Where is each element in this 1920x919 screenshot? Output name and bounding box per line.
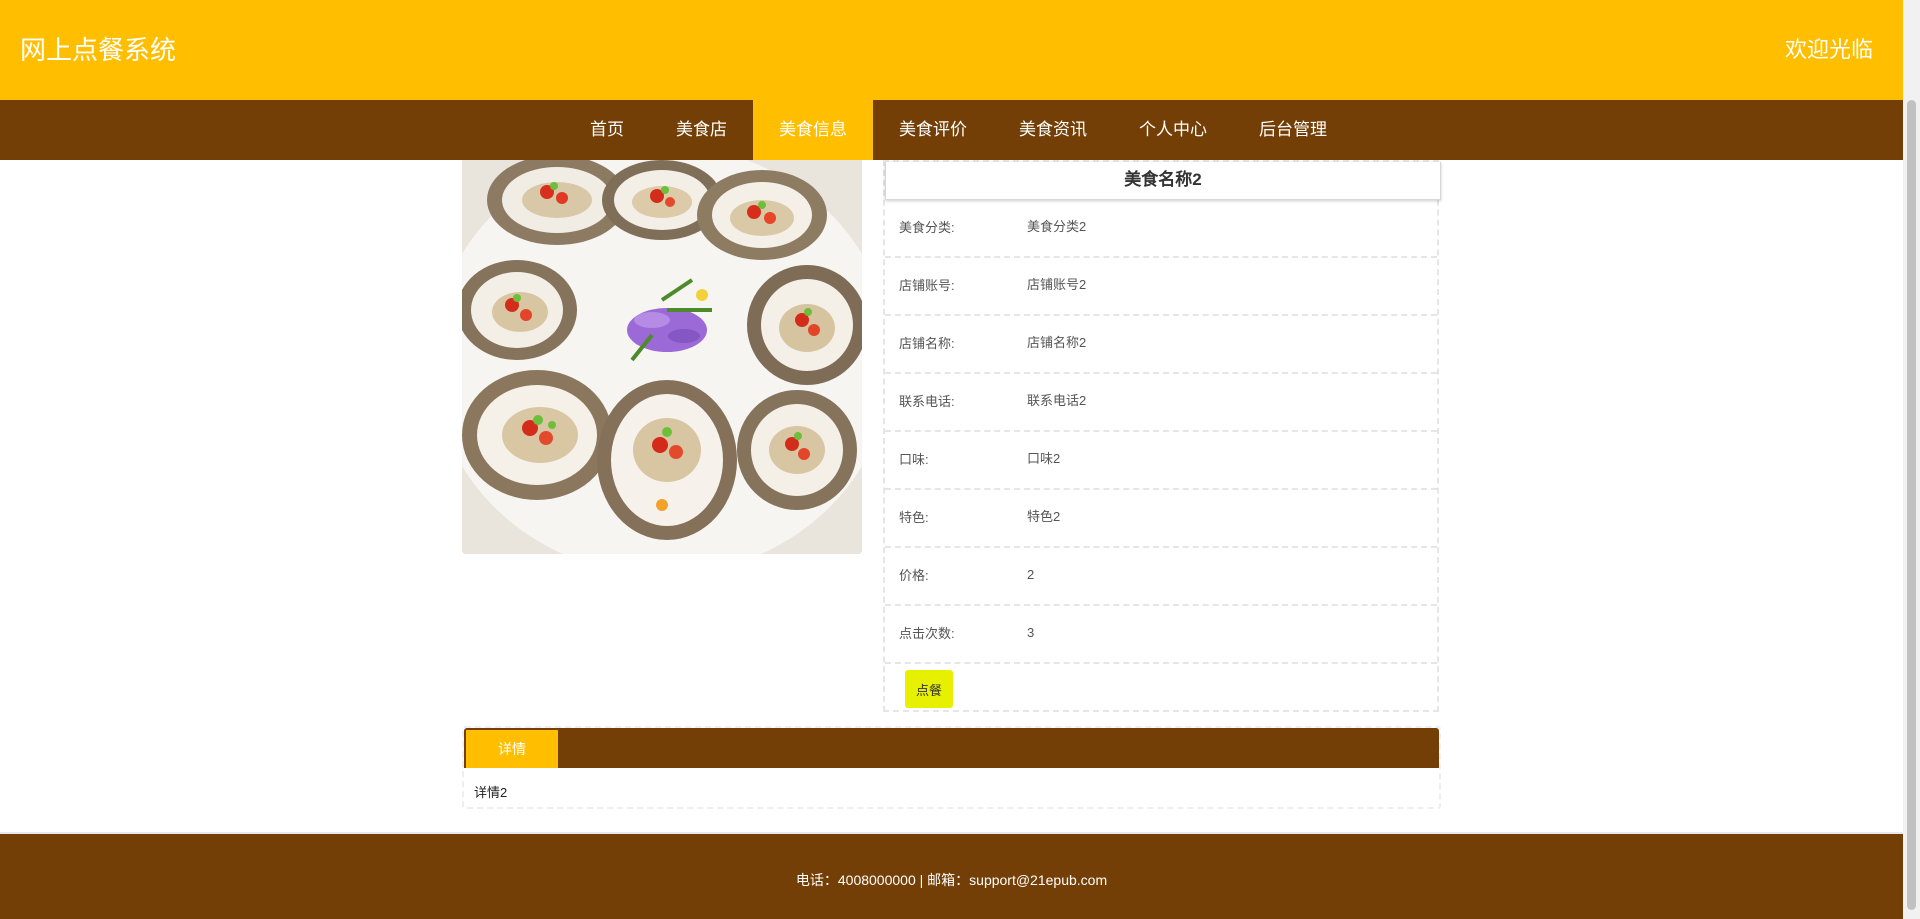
info-label: 特色: <box>899 510 929 525</box>
tab-bar: 详情 <box>464 728 1439 768</box>
footer-contact: 电话：4008000000 | 邮箱：support@21epub.com <box>795 872 1108 888</box>
food-info-panel: 美食名称2 美食分类: 美食分类2 店铺账号: 店铺账号2 店铺名称: 店铺名称… <box>883 160 1441 712</box>
info-value: 3 <box>1027 625 1035 640</box>
info-row-shop-account: 店铺账号: 店铺账号2 <box>885 258 1437 316</box>
food-name-title: 美食名称2 <box>885 162 1441 200</box>
details-content: 详情2 <box>474 785 508 800</box>
info-label: 店铺账号: <box>899 278 955 293</box>
info-label: 口味: <box>899 452 929 467</box>
info-row-click-count: 点击次数: 3 <box>885 606 1437 664</box>
order-button[interactable]: 点餐 <box>905 670 953 708</box>
main-nav: 首页 美食店 美食信息 美食评价 美食资讯 个人中心 后台管理 <box>0 100 1903 160</box>
nav-item-personal-center[interactable]: 个人中心 <box>1113 100 1233 160</box>
info-row-shop-name: 店铺名称: 店铺名称2 <box>885 316 1437 374</box>
info-value: 美食分类2 <box>1027 219 1087 234</box>
nav-item-food-shops[interactable]: 美食店 <box>650 100 753 160</box>
info-value: 联系电话2 <box>1027 393 1087 408</box>
nav-item-food-info[interactable]: 美食信息 <box>753 100 873 160</box>
page-scrollbar[interactable] <box>1903 0 1920 919</box>
info-row-phone: 联系电话: 联系电话2 <box>885 374 1437 432</box>
info-value: 2 <box>1027 567 1035 582</box>
info-label: 价格: <box>899 568 929 583</box>
info-label: 联系电话: <box>899 394 955 409</box>
footer: 电话：4008000000 | 邮箱：support@21epub.com <box>0 832 1903 919</box>
scrollbar-thumb[interactable] <box>1907 100 1916 910</box>
oyster-plate-illustration <box>462 160 862 554</box>
info-row-feature: 特色: 特色2 <box>885 490 1437 548</box>
info-value: 店铺账号2 <box>1027 277 1087 292</box>
info-row-price: 价格: 2 <box>885 548 1437 606</box>
details-tabs: 详情 详情2 <box>462 726 1441 809</box>
info-label: 美食分类: <box>899 220 955 235</box>
nav-item-home[interactable]: 首页 <box>564 100 650 160</box>
info-row-category: 美食分类: 美食分类2 <box>885 200 1437 258</box>
info-label: 店铺名称: <box>899 336 955 351</box>
tab-details[interactable]: 详情 <box>466 730 558 768</box>
welcome-text: 欢迎光临 <box>1784 37 1873 62</box>
nav-item-admin[interactable]: 后台管理 <box>1233 100 1353 160</box>
site-title: 网上点餐系统 <box>20 35 177 65</box>
info-label: 点击次数: <box>899 626 955 641</box>
info-value: 店铺名称2 <box>1027 335 1087 350</box>
info-value: 特色2 <box>1027 509 1061 524</box>
info-value: 口味2 <box>1027 451 1061 466</box>
nav-item-food-reviews[interactable]: 美食评价 <box>873 100 993 160</box>
food-image <box>462 160 862 554</box>
info-row-taste: 口味: 口味2 <box>885 432 1437 490</box>
nav-items: 首页 美食店 美食信息 美食评价 美食资讯 个人中心 后台管理 <box>564 100 1353 160</box>
header-bar: 网上点餐系统 欢迎光临 <box>0 0 1903 100</box>
nav-item-food-news[interactable]: 美食资讯 <box>993 100 1113 160</box>
